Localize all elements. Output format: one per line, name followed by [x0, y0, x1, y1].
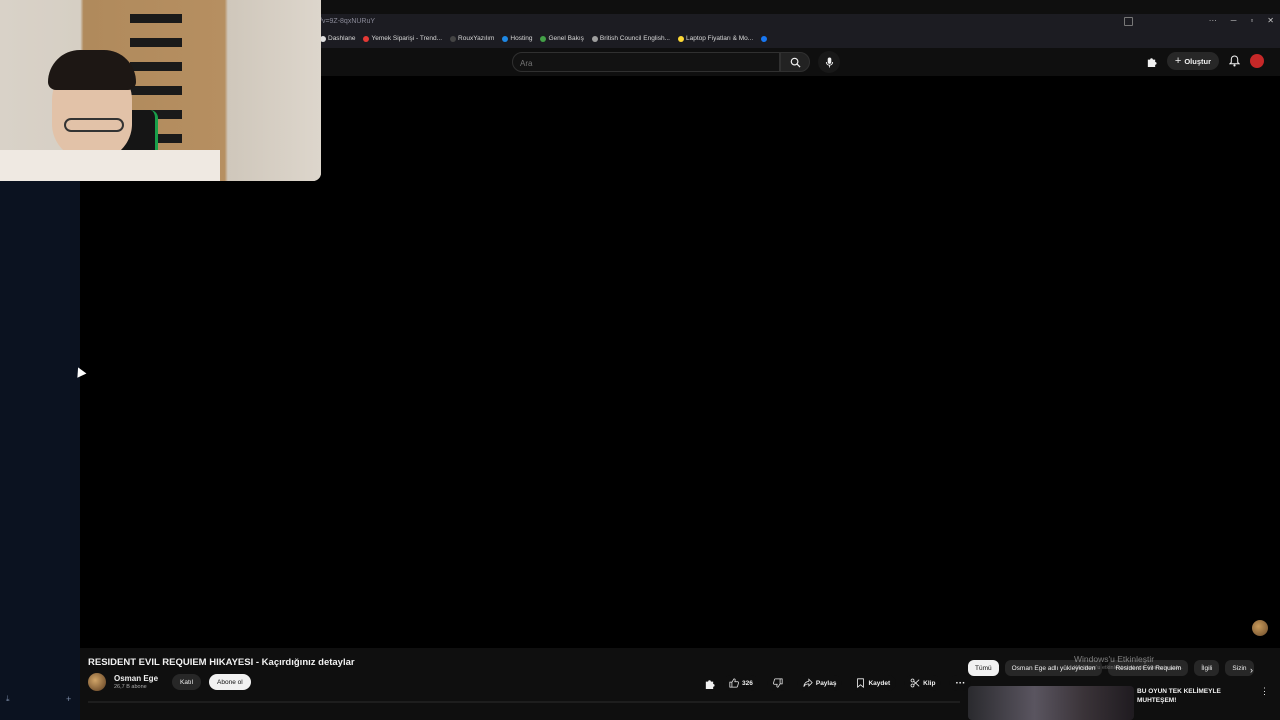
bookmark-label: Laptop Fiyatları & Mo... [685, 35, 754, 42]
reader-mode-icon[interactable] [1124, 17, 1133, 26]
bookmark-label: RouxYazılım [458, 35, 495, 42]
windows-activation-title: Windows'u Etkinleştir [1074, 654, 1155, 664]
subscriber-count: 26,7 B abone [114, 684, 147, 690]
bookmark-favicon-icon [450, 35, 457, 42]
voice-search-button[interactable] [818, 51, 840, 73]
extension-icon[interactable] [704, 678, 715, 689]
share-label: Paylaş [815, 679, 837, 687]
save-button[interactable]: Kaydet [850, 675, 897, 691]
dislike-button[interactable] [766, 675, 789, 691]
filter-chip[interactable]: İlgili [1194, 660, 1220, 676]
subscribe-button[interactable]: Abone ol [209, 674, 251, 690]
thumbs-up-icon [729, 678, 739, 688]
share-button[interactable]: Paylaş [796, 675, 843, 691]
recommended-video-thumbnail[interactable] [968, 686, 1134, 720]
bookmark-item[interactable] [761, 35, 769, 42]
webcam-overlay [0, 0, 321, 181]
close-icon[interactable]: ✕ [1267, 16, 1274, 25]
recommended-video-title[interactable]: BU OYUN TEK KELİMEYLE MUHTEŞEM! [1137, 687, 1247, 705]
create-button[interactable]: + Oluştur [1166, 52, 1219, 70]
channel-name[interactable]: Osman Ege [114, 674, 158, 683]
address-bar[interactable]: /v=9Z-8qxNURuY [320, 18, 375, 25]
search-button[interactable] [780, 52, 810, 72]
bookmark-favicon-icon [540, 35, 547, 42]
more-vertical-icon[interactable]: ⋮ [1260, 686, 1269, 697]
extension-icon[interactable] [1146, 56, 1157, 67]
bookmark-icon [857, 678, 865, 688]
clip-label: Klip [923, 679, 936, 687]
restore-icon[interactable]: ▫ [1250, 16, 1253, 25]
video-actions: 326 Paylaş Kaydet Klip ··· [704, 675, 972, 691]
bookmark-item[interactable]: RouxYazılım [450, 35, 494, 42]
search-icon [790, 57, 801, 68]
bookmark-item[interactable]: Laptop Fiyatları & Mo... [677, 35, 754, 42]
bookmark-favicon-icon [761, 35, 768, 42]
bookmark-label: Hosting [510, 35, 533, 42]
bookmark-favicon-icon [502, 35, 509, 42]
bookmark-label: Dashlane [328, 35, 356, 42]
notifications-bell-icon[interactable] [1229, 55, 1240, 67]
search-box [512, 52, 780, 73]
channel-avatar[interactable] [88, 673, 106, 691]
comments-divider [88, 701, 960, 703]
screen: ⤓ + /v=9Z-8qxNURuY ··· ─ ▫ ✕ Dashlane Yem… [0, 0, 1280, 720]
channel-watermark[interactable] [1252, 620, 1268, 636]
save-label: Kaydet [868, 679, 891, 687]
account-avatar[interactable] [1250, 54, 1264, 68]
more-icon[interactable]: ··· [1209, 16, 1217, 25]
window-controls: ··· ─ ▫ ✕ [1209, 16, 1274, 25]
create-label: Oluştur [1184, 56, 1211, 66]
channel-info: Osman Ege 26,7 B abone [114, 674, 158, 690]
filter-chip[interactable]: Tümü [968, 660, 999, 676]
like-button[interactable]: 326 [723, 675, 759, 691]
bookmark-label: Genel Bakış [548, 35, 584, 42]
video-title: RESIDENT EVIL REQUIEM HIKAYESI - Kaçırdı… [88, 657, 355, 668]
bookmark-label: Yemek Siparişi - Trend... [371, 35, 443, 42]
scissors-icon [910, 678, 920, 688]
bookmark-favicon-icon [363, 35, 370, 42]
bookmark-item[interactable]: Hosting [502, 35, 532, 42]
like-count: 326 [742, 679, 753, 687]
bookmarks-list: Dashlane Yemek Siparişi - Trend... RouxYaz… [320, 35, 769, 42]
clip-button[interactable]: Klip [904, 675, 942, 691]
bookmark-favicon-icon [677, 35, 684, 42]
minimize-icon[interactable]: ─ [1231, 16, 1237, 25]
channel-row: Osman Ege 26,7 B abone Katıl Abone ol [88, 673, 251, 691]
download-icon[interactable]: ⤓ [6, 694, 10, 704]
share-icon [803, 678, 813, 687]
bookmark-label: British Council English... [599, 35, 670, 42]
more-horizontal-icon: ··· [955, 677, 966, 689]
bookmark-item[interactable]: Genel Bakış [540, 35, 584, 42]
microphone-icon [825, 57, 833, 67]
chevron-right-icon[interactable]: › [1250, 665, 1253, 675]
plus-icon: + [1174, 55, 1182, 67]
join-button[interactable]: Katıl [172, 674, 202, 690]
add-icon[interactable]: + [66, 694, 71, 704]
bookmark-item[interactable]: Dashlane [320, 35, 355, 42]
search-input[interactable] [513, 54, 779, 73]
bookmark-favicon-icon [591, 35, 598, 42]
video-info-section: RESIDENT EVIL REQUIEM HIKAYESI - Kaçırdı… [80, 648, 1280, 720]
windows-activation-subtitle: Windows'u etkinleştirmek için Ayarlar'a … [1074, 665, 1183, 671]
thumbs-down-icon [772, 678, 783, 688]
header-actions: + Oluştur [1146, 52, 1264, 70]
bookmark-item[interactable]: Yemek Siparişi - Trend... [363, 35, 442, 42]
bookmark-item[interactable]: British Council English... [591, 35, 670, 42]
